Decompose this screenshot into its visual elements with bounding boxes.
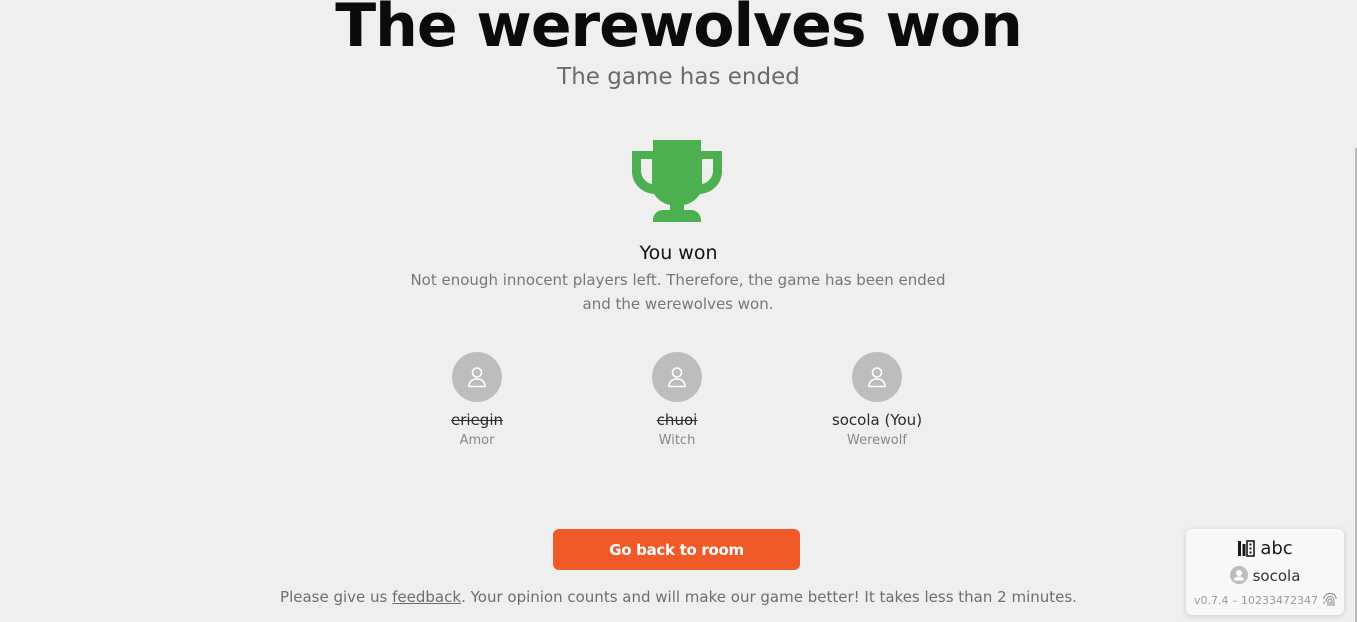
avatar <box>452 352 502 402</box>
username: socola <box>1252 567 1301 585</box>
room-icon <box>1238 540 1256 557</box>
game-over-screen: The werewolves won The game has ended Yo… <box>0 0 1357 622</box>
feedback-text-after: . Your opinion counts and will make our … <box>461 588 1077 606</box>
user-icon <box>468 367 486 388</box>
page-subtitle: The game has ended <box>557 64 800 90</box>
player-name: chuoi <box>656 411 698 429</box>
player-name: eriegin <box>451 411 503 429</box>
user-icon <box>1229 566 1248 584</box>
player-name: socola (You) <box>831 411 923 429</box>
result-description: Not enough innocent players left. Theref… <box>378 268 978 316</box>
player-card: chuoi Witch <box>597 352 757 451</box>
trophy-icon <box>631 140 723 222</box>
session-info-card: abc socola v0.7.4 – 10233472347 <box>1186 529 1344 615</box>
user-info: socola <box>1186 565 1344 587</box>
feedback-text-before: Please give us <box>280 588 393 606</box>
player-role: Witch <box>658 433 696 448</box>
feedback-link[interactable]: feedback <box>392 588 461 606</box>
result-title: You won <box>639 242 718 264</box>
result-description-line1: Not enough innocent players left. Theref… <box>410 271 946 289</box>
page-title: The werewolves won <box>335 0 1023 61</box>
player-card: socola (You) Werewolf <box>797 352 957 451</box>
player-list: eriegin Amor chuoi Witch socola (You) We <box>0 352 1357 462</box>
avatar <box>852 352 902 402</box>
player-role: Werewolf <box>847 433 907 448</box>
version-text: v0.7.4 – 10233472347 <box>1194 594 1318 607</box>
player-role: Amor <box>459 433 495 448</box>
room-name: abc <box>1260 538 1293 559</box>
user-icon <box>668 367 686 388</box>
user-icon <box>868 367 886 388</box>
fingerprint-icon[interactable] <box>1322 592 1338 608</box>
feedback-prompt: Please give us feedback. Your opinion co… <box>0 586 1357 608</box>
avatar <box>652 352 702 402</box>
room-info: abc <box>1186 537 1344 561</box>
result-description-line2: and the werewolves won. <box>582 295 774 313</box>
player-card: eriegin Amor <box>397 352 557 451</box>
go-back-to-room-button[interactable]: Go back to room <box>553 529 800 570</box>
version-info: v0.7.4 – 10233472347 <box>1194 592 1344 609</box>
